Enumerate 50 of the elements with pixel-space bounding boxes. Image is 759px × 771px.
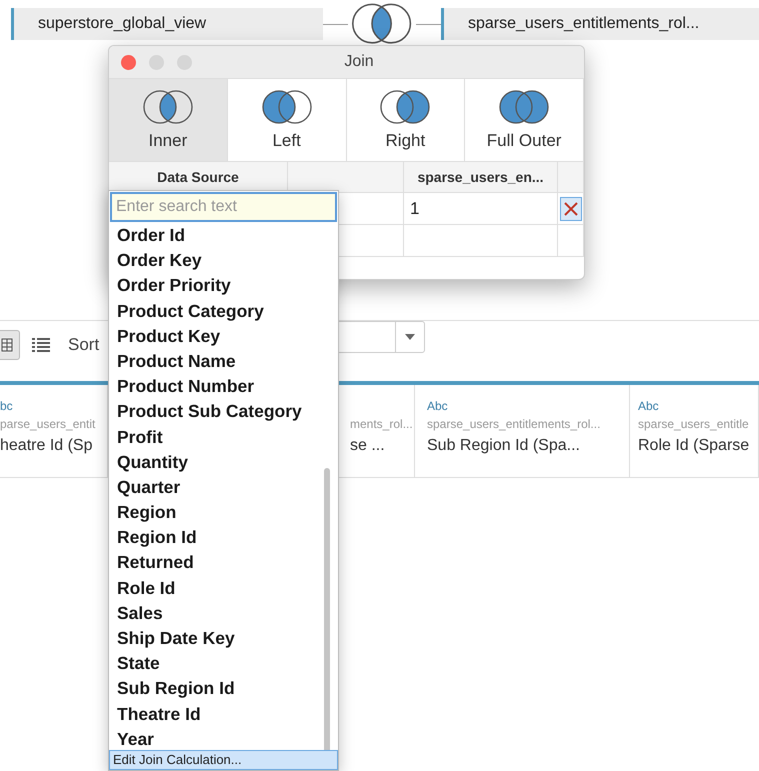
column-header: Data Source xyxy=(109,162,288,193)
field-name: heatre Id (Sp xyxy=(0,437,94,455)
field-source: ments_rol... xyxy=(350,417,414,431)
field-option[interactable]: Ship Date Key xyxy=(117,626,338,652)
table-pill[interactable]: superstore_global_view xyxy=(11,8,323,40)
field-option[interactable]: Profit xyxy=(117,424,338,450)
close-button[interactable] xyxy=(121,54,136,70)
close-icon xyxy=(564,202,578,216)
table-pill[interactable]: sparse_users_entitlements_rol... xyxy=(441,8,759,40)
field-option[interactable]: Order Id xyxy=(117,223,338,248)
field-name: Sub Region Id (Spa... xyxy=(427,437,581,455)
field-option[interactable]: Role Id xyxy=(117,576,338,601)
field-option[interactable]: Order Key xyxy=(117,248,338,274)
column-header: sparse_users_en... xyxy=(404,162,558,193)
grid-icon xyxy=(1,338,13,352)
field-option[interactable]: Theatre Id xyxy=(117,702,338,727)
field-source: sparse_users_entitle xyxy=(638,417,750,431)
field-option[interactable]: Quarter xyxy=(117,474,338,500)
view-toggle[interactable] xyxy=(0,330,20,360)
sort-label: Sort xyxy=(68,335,100,355)
table-cell: 1 xyxy=(404,193,558,225)
field-name: se ... xyxy=(350,437,386,455)
join-type-button[interactable]: Inner xyxy=(109,79,228,161)
field-option[interactable]: Quantity xyxy=(117,450,338,475)
field-type: Abc xyxy=(427,399,449,413)
field-type: Abc xyxy=(638,399,660,413)
field-option[interactable]: Region Id xyxy=(117,525,338,550)
search-field[interactable]: Enter search text xyxy=(110,192,337,222)
field-option[interactable]: Product Sub Category xyxy=(117,399,338,424)
field-option[interactable]: Year xyxy=(117,726,338,750)
field-type: bc xyxy=(0,399,14,413)
field-option[interactable]: Product Category xyxy=(117,298,338,324)
field-source: parse_users_entit xyxy=(0,417,96,431)
delete-button[interactable] xyxy=(560,196,582,220)
field-option[interactable]: Product Key xyxy=(117,324,338,349)
field-option[interactable]: Sub Region Id xyxy=(117,676,338,702)
field-source: sparse_users_entitlements_rol... xyxy=(427,417,602,431)
field-option[interactable]: Returned xyxy=(117,550,338,576)
field-option[interactable]: Product Name xyxy=(117,348,338,374)
caret-icon xyxy=(405,334,415,340)
field-option[interactable]: Product Number xyxy=(117,374,338,400)
field-option[interactable]: Order Priority xyxy=(117,273,338,299)
field-option[interactable]: State xyxy=(117,651,338,676)
scrollbar-thumb[interactable] xyxy=(324,468,330,750)
field-option[interactable]: Sales xyxy=(117,600,338,626)
field-option[interactable]: Region xyxy=(117,500,338,526)
edit-join-calculation-item[interactable]: Edit Join Calculation... xyxy=(109,750,338,770)
list-icon xyxy=(32,338,50,352)
dialog-title: Join xyxy=(343,53,375,71)
field-name: Role Id (Sparse xyxy=(638,437,750,455)
